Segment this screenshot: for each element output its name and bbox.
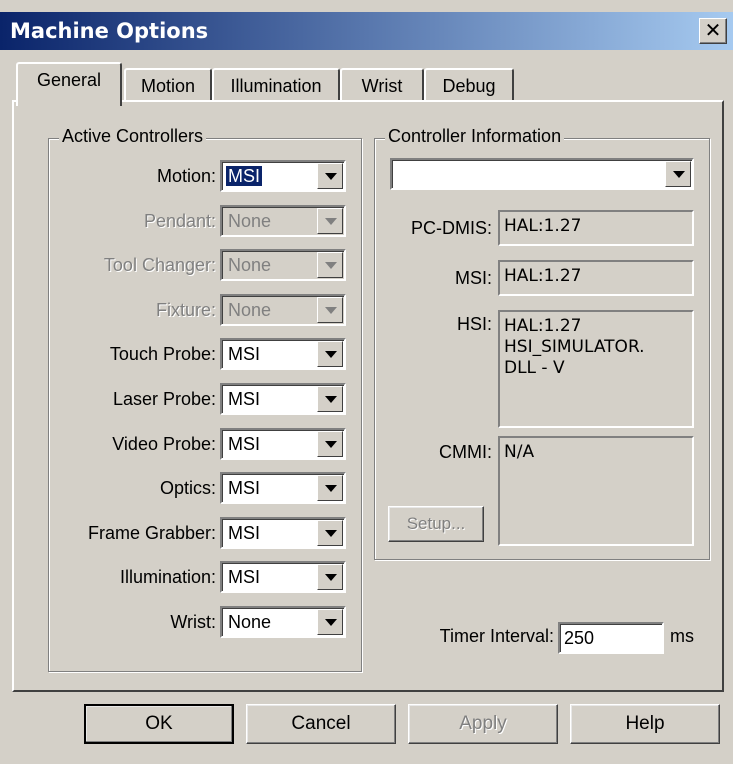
controller-select[interactable] <box>390 158 694 190</box>
tab-illumination-label: Illumination <box>230 76 322 96</box>
chevron-down-icon[interactable] <box>317 163 343 189</box>
tab-debug-label: Debug <box>442 76 496 96</box>
optics-label: Optics: <box>159 478 216 498</box>
apply-button[interactable]: Apply <box>408 704 558 744</box>
chevron-down-icon[interactable] <box>317 386 343 412</box>
tab-general[interactable]: General <box>16 62 122 106</box>
timer-interval-input[interactable] <box>558 622 664 654</box>
pendant-select: None <box>220 205 346 237</box>
close-icon: ✕ <box>704 18 722 42</box>
motion-select-value: MSI <box>226 166 263 186</box>
video-probe-select[interactable]: MSI <box>220 428 346 460</box>
touch-probe-select[interactable]: MSI <box>220 338 346 370</box>
window-title: Machine Options <box>10 19 209 43</box>
fixture-select: None <box>220 294 346 326</box>
chevron-down-icon <box>317 208 343 234</box>
cancel-button[interactable]: Cancel <box>246 704 396 744</box>
cmmi-value: N/A <box>498 436 694 546</box>
pcdmis-label: PC-DMIS: <box>411 218 492 238</box>
tab-wrist[interactable]: Wrist <box>340 68 424 104</box>
tool-changer-select: None <box>220 249 346 281</box>
wrist-select-value: None <box>228 612 272 632</box>
chevron-down-icon[interactable] <box>317 475 343 501</box>
motion-label: Motion: <box>156 166 216 186</box>
timer-unit-label: ms <box>670 626 694 646</box>
close-button[interactable]: ✕ <box>699 18 727 44</box>
frame-grabber-select[interactable]: MSI <box>220 517 346 549</box>
chevron-down-icon[interactable] <box>317 609 343 635</box>
fixture-label: Fixture: <box>155 300 216 320</box>
optics-select[interactable]: MSI <box>220 472 346 504</box>
pcdmis-value: HAL:1.27 <box>498 210 694 246</box>
msi-label: MSI: <box>454 268 492 288</box>
tab-debug[interactable]: Debug <box>424 68 514 104</box>
tab-motion[interactable]: Motion <box>124 68 212 104</box>
motion-select[interactable]: MSI <box>220 160 346 192</box>
frame-grabber-label: Frame Grabber: <box>87 523 216 543</box>
controller-information-title: Controller Information <box>385 126 565 147</box>
chevron-down-icon[interactable] <box>317 341 343 367</box>
illumination-select[interactable]: MSI <box>220 561 346 593</box>
wrist-select[interactable]: None <box>220 606 346 638</box>
chevron-down-icon <box>317 252 343 278</box>
optics-select-value: MSI <box>228 478 261 498</box>
tab-motion-label: Motion <box>140 76 196 96</box>
tool-changer-select-value: None <box>228 255 272 275</box>
frame-grabber-select-value: MSI <box>228 523 261 543</box>
active-controllers-title: Active Controllers <box>59 126 207 147</box>
hsi-value: HAL:1.27 HSI_SIMULATOR. DLL - V <box>498 310 694 428</box>
chevron-down-icon <box>317 297 343 323</box>
setup-button[interactable]: Setup... <box>388 506 484 542</box>
chevron-down-icon[interactable] <box>317 520 343 546</box>
msi-value: HAL:1.27 <box>498 260 694 296</box>
laser-probe-label: Laser Probe: <box>112 389 216 409</box>
timer-interval-label: Timer Interval: <box>439 626 554 646</box>
tab-illumination[interactable]: Illumination <box>212 68 340 104</box>
fixture-select-value: None <box>228 300 272 320</box>
video-probe-select-value: MSI <box>228 434 261 454</box>
tool-changer-label: Tool Changer: <box>103 255 216 275</box>
tab-wrist-label: Wrist <box>361 76 403 96</box>
help-button[interactable]: Help <box>570 704 720 744</box>
illumination-select-value: MSI <box>228 567 261 587</box>
cmmi-label: CMMI: <box>439 442 492 462</box>
laser-probe-select-value: MSI <box>228 389 261 409</box>
touch-probe-select-value: MSI <box>228 344 261 364</box>
chevron-down-icon[interactable] <box>317 431 343 457</box>
pendant-select-value: None <box>228 211 272 231</box>
video-probe-label: Video Probe: <box>112 434 216 454</box>
tab-general-label: General <box>36 70 102 90</box>
chevron-down-icon[interactable] <box>317 564 343 590</box>
touch-probe-label: Touch Probe: <box>109 344 216 364</box>
hsi-label: HSI: <box>456 314 492 334</box>
wrist-label: Wrist: <box>170 612 216 632</box>
pendant-label: Pendant: <box>143 211 216 231</box>
machine-options-dialog: Machine Options ✕ General Motion Illumin… <box>0 0 733 764</box>
title-bar[interactable]: Machine Options ✕ <box>0 12 733 50</box>
general-tab-panel: Active Controllers Controller Informatio… <box>12 100 724 692</box>
chevron-down-icon[interactable] <box>665 161 691 187</box>
illumination-label: Illumination: <box>119 567 216 587</box>
ok-button[interactable]: OK <box>84 704 234 744</box>
laser-probe-select[interactable]: MSI <box>220 383 346 415</box>
